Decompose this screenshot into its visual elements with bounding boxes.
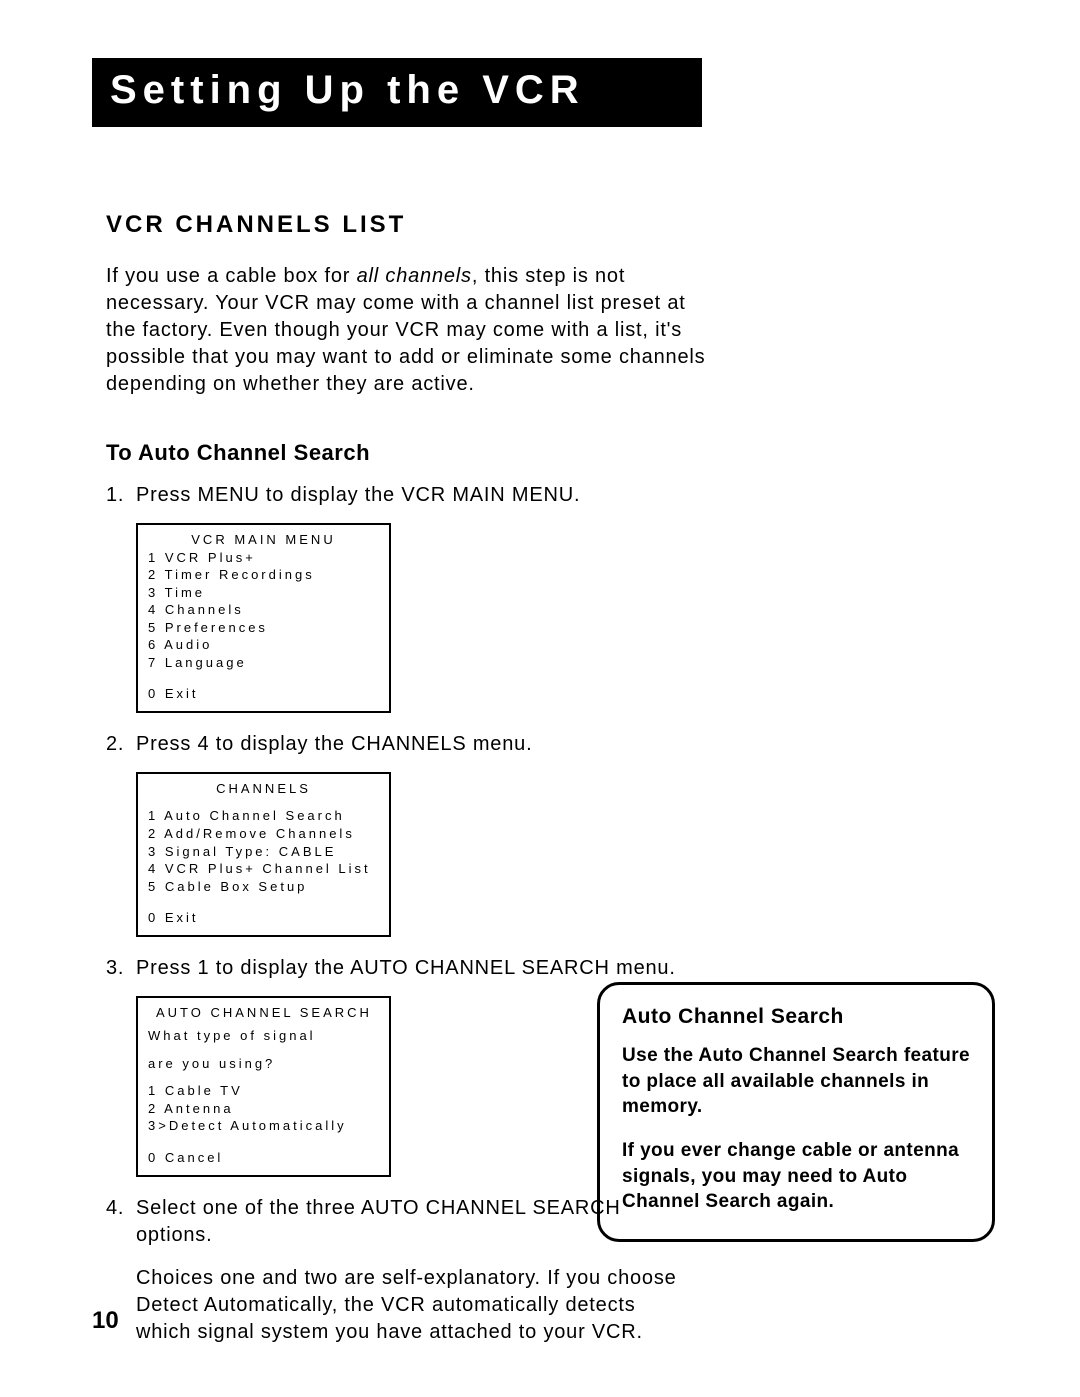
menu-item: 6 Audio [148, 636, 379, 654]
auto-channel-search-callout: Auto Channel Search Use the Auto Channel… [597, 982, 995, 1242]
menu-question-line: are you using? [148, 1055, 379, 1073]
menu-item: 1 Cable TV [148, 1082, 379, 1100]
step-number: 2. [106, 731, 136, 758]
step-number: 1. [106, 482, 136, 509]
step-text: Press 4 to display the CHANNELS menu. [136, 731, 696, 758]
page-number: 10 [92, 1307, 119, 1335]
intro-pre: If you use a cable box for [106, 265, 357, 287]
step-body: Press 4 to display the CHANNELS menu. [136, 731, 696, 758]
menu-item: 2 Antenna [148, 1100, 379, 1118]
step-body: Press 1 to display the AUTO CHANNEL SEAR… [136, 955, 696, 982]
step-1: 1. Press MENU to display the VCR MAIN ME… [106, 482, 696, 509]
callout-paragraph: If you ever change cable or antenna sign… [622, 1138, 970, 1215]
menu-item: 3 Time [148, 584, 379, 602]
menu-exit: 0 Cancel [148, 1149, 379, 1167]
menu-item: 7 Language [148, 654, 379, 672]
menu-title: AUTO CHANNEL SEARCH [148, 1004, 379, 1022]
menu-item: 3 Signal Type: CABLE [148, 843, 379, 861]
step-2: 2. Press 4 to display the CHANNELS menu. [106, 731, 696, 758]
menu-exit: 0 Exit [148, 909, 379, 927]
menu-title: VCR MAIN MENU [148, 531, 379, 549]
auto-channel-search-menu-box: AUTO CHANNEL SEARCH What type of signal … [136, 996, 391, 1177]
menu-item: 2 Timer Recordings [148, 566, 379, 584]
menu-item: 2 Add/Remove Channels [148, 825, 379, 843]
step-text: Press 1 to display the AUTO CHANNEL SEAR… [136, 955, 696, 982]
menu-item: 5 Preferences [148, 619, 379, 637]
page-title-bar: Setting Up the VCR [92, 58, 702, 127]
menu-item: 1 VCR Plus+ [148, 549, 379, 567]
menu-item: 3>Detect Automatically [148, 1117, 379, 1135]
callout-title: Auto Channel Search [622, 1005, 970, 1029]
step-number: 3. [106, 955, 136, 982]
menu-item: 5 Cable Box Setup [148, 878, 379, 896]
menu-title: CHANNELS [148, 780, 379, 798]
intro-italic: all channels [357, 265, 472, 287]
section-heading: VCR CHANNELS LIST [106, 211, 988, 239]
step-text: Press MENU to display the VCR MAIN MENU. [136, 482, 696, 509]
channels-menu-box: CHANNELS 1 Auto Channel Search 2 Add/Rem… [136, 772, 391, 937]
menu-item: 4 Channels [148, 601, 379, 619]
menu-item: 1 Auto Channel Search [148, 807, 379, 825]
callout-paragraph: Use the Auto Channel Search feature to p… [622, 1043, 970, 1120]
menu-exit: 0 Exit [148, 685, 379, 703]
step-body: Press MENU to display the VCR MAIN MENU. [136, 482, 696, 509]
sub-heading: To Auto Channel Search [106, 440, 988, 466]
intro-paragraph: If you use a cable box for all channels,… [106, 263, 706, 398]
page-title: Setting Up the VCR [110, 68, 585, 112]
menu-item: 4 VCR Plus+ Channel List [148, 860, 379, 878]
vcr-main-menu-box: VCR MAIN MENU 1 VCR Plus+ 2 Timer Record… [136, 523, 391, 713]
step-3: 3. Press 1 to display the AUTO CHANNEL S… [106, 955, 696, 982]
step-text-extra: Choices one and two are self-explanatory… [136, 1265, 696, 1346]
menu-question-line: What type of signal [148, 1027, 379, 1045]
page: Setting Up the VCR VCR CHANNELS LIST If … [0, 0, 1080, 1397]
